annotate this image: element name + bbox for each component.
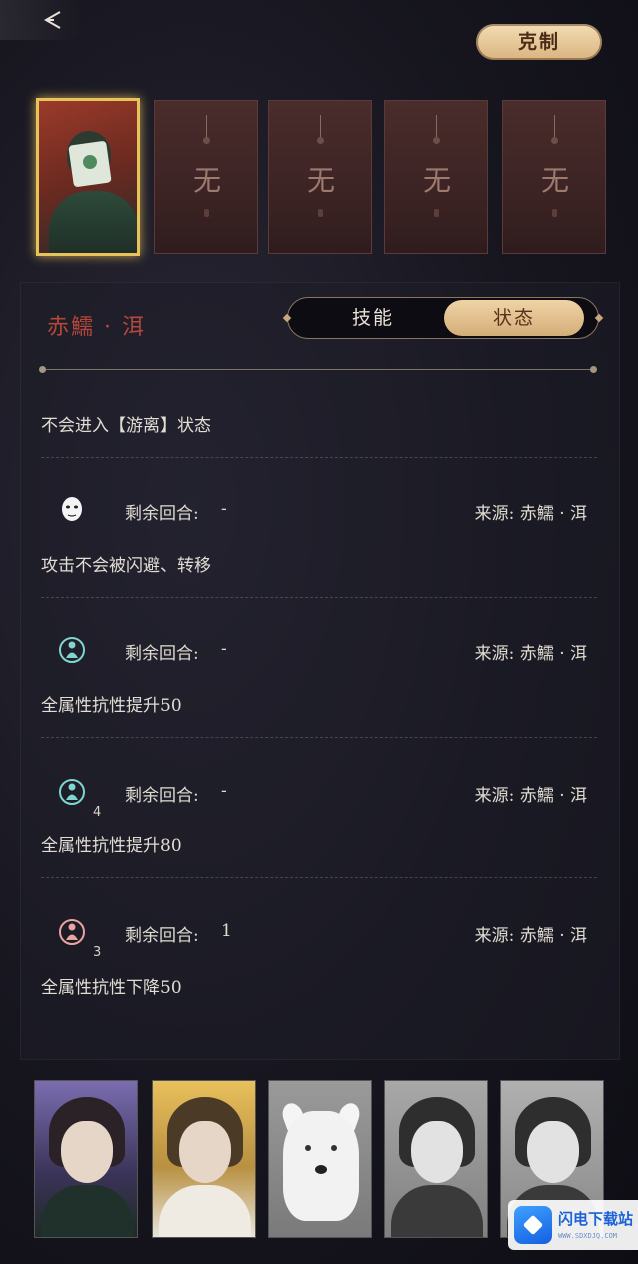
effect-row: 4 剩余回合: - 来源: 赤鱬 · 洱 bbox=[21, 777, 619, 827]
empty-slot-label: 无 bbox=[422, 164, 451, 197]
effect-description: 全属性抗性提升80 bbox=[41, 836, 182, 856]
tab-status[interactable]: 状态 bbox=[444, 300, 584, 336]
divider bbox=[39, 366, 597, 373]
back-button[interactable] bbox=[0, 0, 84, 40]
remaining-turns-value: - bbox=[221, 781, 227, 801]
remaining-turns-label: 剩余回合: bbox=[125, 786, 199, 806]
target-card-row: 无 无 无 无 bbox=[36, 98, 606, 258]
ally-portrait[interactable] bbox=[152, 1080, 256, 1238]
counter-button[interactable]: 克制 bbox=[476, 24, 602, 60]
separator bbox=[41, 457, 597, 459]
effect-description: 全属性抗性提升50 bbox=[41, 696, 182, 716]
empty-slot-label: 无 bbox=[192, 164, 221, 197]
watermark: 闪电下载站 WWW.SDXDJQ.COM bbox=[508, 1200, 638, 1250]
effect-source: 来源: 赤鱬 · 洱 bbox=[474, 786, 587, 806]
hero-mask-mark bbox=[83, 155, 97, 169]
top-bar: 克制 bbox=[0, 0, 638, 90]
target-card-empty[interactable]: 无 bbox=[502, 100, 606, 254]
ally-portrait[interactable] bbox=[34, 1080, 138, 1238]
back-arrow-icon bbox=[43, 11, 61, 29]
empty-slot-label: 无 bbox=[306, 164, 335, 197]
target-card-empty[interactable]: 无 bbox=[154, 100, 258, 254]
status-panel: 赤鱬 · 洱 技能 状态 不会进入【游离】状态 剩余回合: - 来源: 赤鱬 ·… bbox=[20, 282, 620, 1060]
remaining-turns-label: 剩余回合: bbox=[125, 926, 199, 946]
passive-status-text: 不会进入【游离】状态 bbox=[41, 416, 211, 436]
empty-slot-label: 无 bbox=[540, 164, 569, 197]
target-card-empty[interactable]: 无 bbox=[384, 100, 488, 254]
hero-body bbox=[49, 191, 137, 253]
resist-up-icon bbox=[59, 637, 85, 663]
effect-row: 剩余回合: - 来源: 赤鱬 · 洱 bbox=[21, 495, 619, 545]
resist-up-icon bbox=[59, 779, 85, 805]
separator bbox=[41, 737, 597, 739]
stack-count: 3 bbox=[93, 945, 102, 960]
remaining-turns-label: 剩余回合: bbox=[125, 644, 199, 664]
stack-count: 4 bbox=[93, 805, 102, 820]
target-card-empty[interactable]: 无 bbox=[268, 100, 372, 254]
remaining-turns-value: - bbox=[221, 639, 227, 659]
effect-source: 来源: 赤鱬 · 洱 bbox=[474, 504, 587, 524]
character-name: 赤鱬 · 洱 bbox=[47, 315, 146, 340]
watermark-logo-icon bbox=[514, 1206, 552, 1244]
remaining-turns-label: 剩余回合: bbox=[125, 504, 199, 524]
effect-source: 来源: 赤鱬 · 洱 bbox=[474, 926, 587, 946]
tab-switcher: 技能 状态 bbox=[282, 297, 604, 339]
target-card-selected[interactable] bbox=[36, 98, 140, 256]
effect-row: 剩余回合: - 来源: 赤鱬 · 洱 bbox=[21, 635, 619, 685]
effect-row: 3 剩余回合: 1 来源: 赤鱬 · 洱 bbox=[21, 917, 619, 967]
remaining-turns-value: 1 bbox=[221, 921, 232, 941]
effect-description: 全属性抗性下降50 bbox=[41, 978, 182, 998]
remaining-turns-value: - bbox=[221, 499, 227, 519]
ally-portrait[interactable] bbox=[384, 1080, 488, 1238]
effect-source: 来源: 赤鱬 · 洱 bbox=[474, 644, 587, 664]
watermark-title: 闪电下载站 bbox=[558, 1210, 634, 1228]
effect-description: 攻击不会被闪避、转移 bbox=[41, 556, 211, 576]
ally-portrait-dog[interactable] bbox=[268, 1080, 372, 1238]
separator bbox=[41, 877, 597, 879]
tab-skills[interactable]: 技能 bbox=[308, 298, 438, 338]
mask-face-icon bbox=[62, 497, 82, 521]
resist-down-icon bbox=[59, 919, 85, 945]
watermark-url: WWW.SDXDJQ.COM bbox=[558, 1232, 618, 1240]
separator bbox=[41, 597, 597, 599]
